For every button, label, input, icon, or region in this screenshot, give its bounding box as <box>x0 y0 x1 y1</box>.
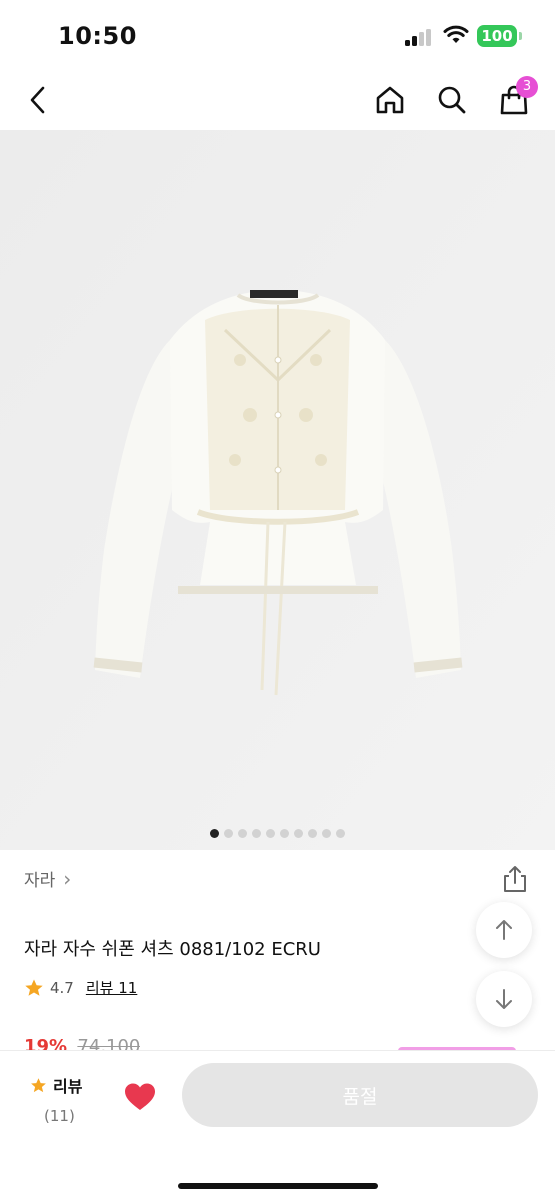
original-price: 74,100 <box>77 1036 141 1050</box>
star-icon <box>25 979 43 996</box>
status-time: 10:50 <box>58 22 137 50</box>
scroll-down-button[interactable] <box>476 971 532 1027</box>
review-count-link[interactable]: 리뷰 11 <box>86 977 137 998</box>
cellular-signal-icon <box>405 29 433 46</box>
review-label: 리뷰 <box>53 1077 83 1096</box>
search-icon <box>438 86 466 114</box>
product-title: 자라 자수 쉬폰 셔츠 0881/102 ECRU <box>24 939 321 960</box>
top-nav-bar: 3 <box>0 70 555 130</box>
chevron-left-icon <box>30 86 45 114</box>
wifi-icon <box>443 25 469 43</box>
bottom-action-bar: 리뷰 (11) 품절 <box>0 1050 555 1200</box>
search-button[interactable] <box>430 78 474 122</box>
pagination-dot <box>210 828 219 838</box>
home-icon <box>376 86 404 114</box>
product-image-gallery[interactable] <box>0 130 555 850</box>
pagination-dot <box>294 828 303 838</box>
review-count: (11) <box>44 1107 75 1125</box>
star-icon <box>31 1077 46 1092</box>
review-summary-button[interactable]: 리뷰 (11) <box>30 1073 82 1125</box>
price-row: 19% 74,100 <box>24 1036 140 1050</box>
brand-link[interactable]: 자라 › <box>24 866 72 892</box>
share-icon[interactable] <box>500 864 530 894</box>
pagination-dot <box>336 828 345 838</box>
pagination-dot <box>224 828 233 838</box>
home-indicator <box>178 1183 378 1189</box>
pagination-dot <box>280 828 289 838</box>
battery-indicator: 100 <box>477 25 517 47</box>
pagination-dot <box>238 828 247 838</box>
status-bar: 10:50 100 <box>0 0 555 70</box>
gallery-pagination <box>0 827 555 839</box>
heart-icon[interactable] <box>122 1079 158 1115</box>
cart-count-badge: 3 <box>516 76 538 98</box>
arrow-down-icon <box>496 989 512 1009</box>
discount-rate: 19% <box>24 1036 68 1050</box>
pagination-dot <box>322 828 331 838</box>
pagination-dot <box>266 828 275 838</box>
scroll-up-button[interactable] <box>476 902 532 958</box>
rating-value: 4.7 <box>50 978 74 997</box>
pagination-dot <box>252 828 261 838</box>
home-button[interactable] <box>368 78 412 122</box>
rating-row: 4.7 리뷰 11 <box>24 977 137 998</box>
arrow-up-icon <box>496 920 512 940</box>
back-button[interactable] <box>16 78 60 122</box>
soldout-button[interactable]: 품절 <box>182 1063 538 1127</box>
pagination-dot <box>308 828 317 838</box>
chevron-right-icon: › <box>63 866 72 891</box>
brand-name: 자라 <box>24 871 56 891</box>
cart-button[interactable]: 3 <box>492 76 538 122</box>
product-image <box>0 130 555 850</box>
battery-tip <box>519 32 522 40</box>
